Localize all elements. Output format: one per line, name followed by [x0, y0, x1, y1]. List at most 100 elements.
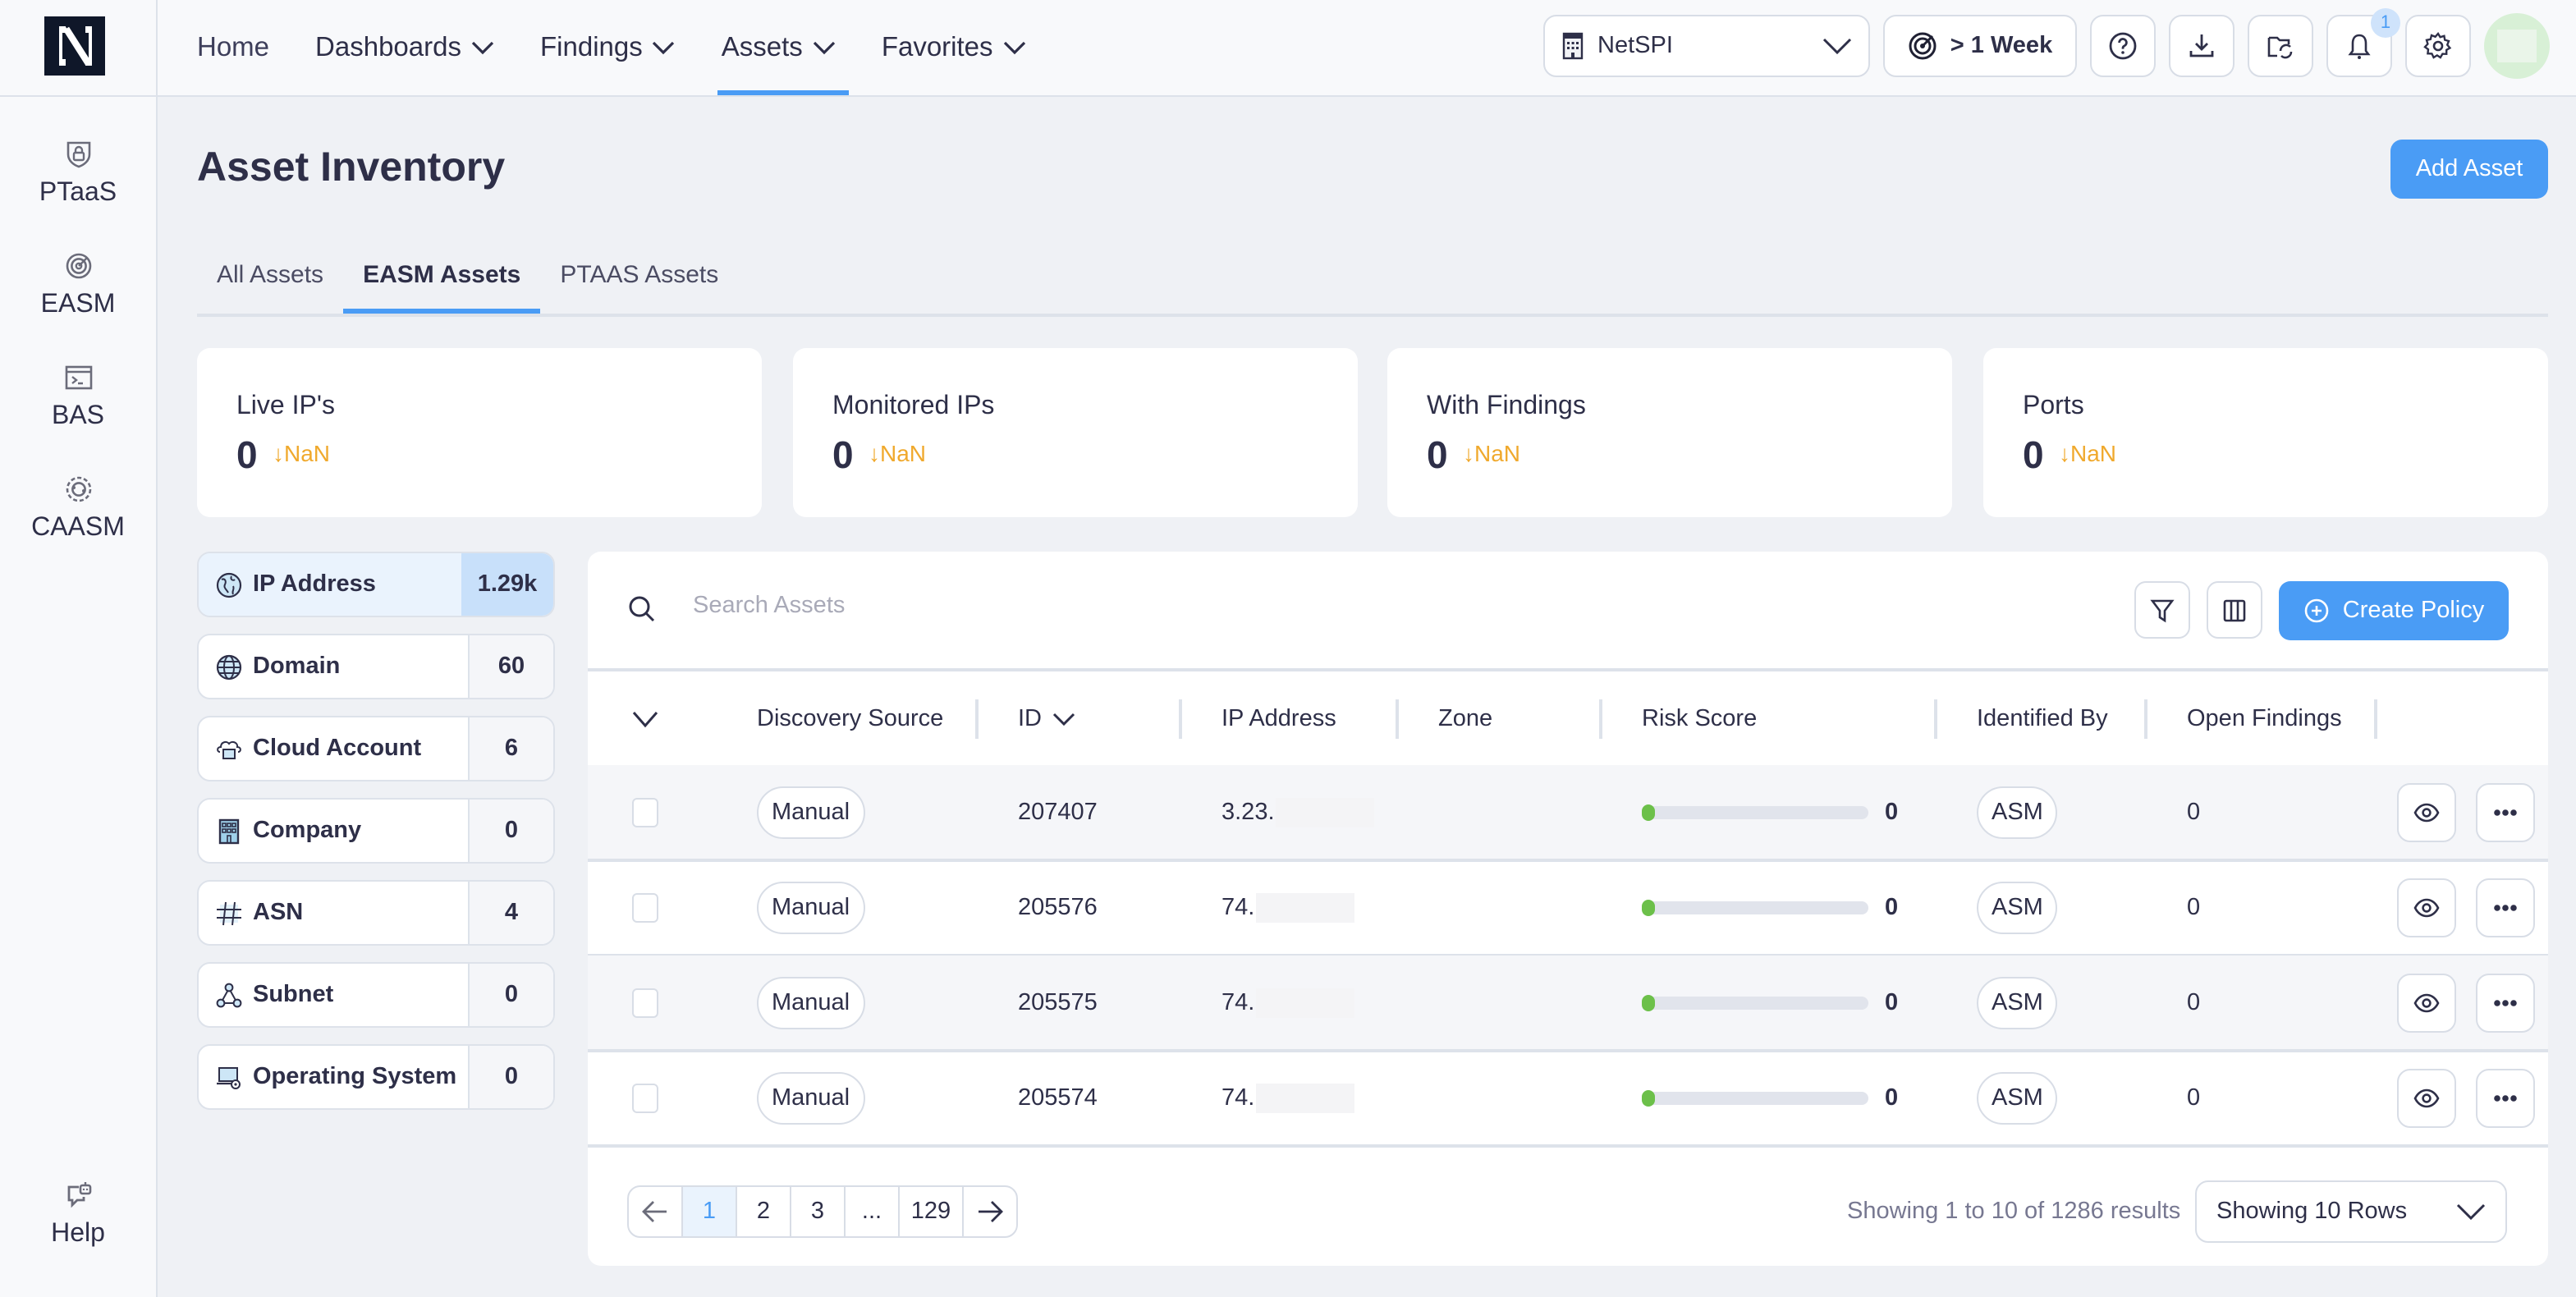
discovery-source-badge: Manual: [757, 976, 865, 1029]
column-resize-handle[interactable]: [1396, 699, 1399, 739]
columns-button[interactable]: [2207, 581, 2262, 639]
nav-dashboards[interactable]: Dashboards: [315, 0, 494, 95]
prev-page-button[interactable]: [629, 1187, 683, 1236]
create-policy-button[interactable]: Create Policy: [2279, 581, 2509, 640]
tab-easm-assets[interactable]: EASM Assets: [343, 240, 541, 314]
asset-type-company[interactable]: Company 0: [197, 798, 555, 864]
help-button[interactable]: [2090, 15, 2156, 77]
asset-type-cloud-account[interactable]: Cloud Account 6: [197, 716, 555, 781]
page-button[interactable]: 1: [683, 1187, 737, 1236]
row-checkbox[interactable]: [632, 1083, 658, 1112]
risk-score-value: 0: [1885, 894, 1899, 920]
filter-button[interactable]: [2134, 581, 2190, 639]
tab-all-assets[interactable]: All Assets: [197, 240, 343, 310]
stat-title: Ports: [2023, 392, 2084, 420]
column-identified-by[interactable]: Identified By: [1977, 671, 2108, 765]
discovery-source-badge: Manual: [757, 786, 865, 838]
asset-type-count: 0: [468, 800, 553, 862]
more-actions-button[interactable]: [2476, 1068, 2535, 1127]
folder-sync-icon: [2267, 36, 2293, 59]
time-range-button[interactable]: > 1 Week: [1883, 15, 2077, 77]
column-resize-handle[interactable]: [2374, 699, 2377, 739]
view-button[interactable]: [2397, 782, 2456, 841]
nav-findings[interactable]: Findings: [540, 0, 676, 95]
row-checkbox[interactable]: [632, 797, 658, 827]
column-resize-handle[interactable]: [1934, 699, 1937, 739]
help-icon: [2109, 32, 2137, 60]
risk-score-indicator: [1642, 1089, 1655, 1106]
rows-per-page-select[interactable]: Showing 10 Rows: [2195, 1180, 2507, 1243]
nav-findings-label: Findings: [540, 32, 643, 62]
asset-type-label: Subnet: [253, 982, 334, 1008]
asset-type-subnet[interactable]: Subnet 0: [197, 962, 555, 1028]
notifications-button[interactable]: 1: [2326, 8, 2400, 77]
ip-globe-icon: [216, 571, 242, 598]
asset-type-asn[interactable]: ASN 4: [197, 880, 555, 946]
download-button[interactable]: [2169, 15, 2235, 77]
sidebar-item-easm[interactable]: EASM: [0, 251, 156, 320]
more-actions-button[interactable]: [2476, 782, 2535, 841]
asset-type-ip-address[interactable]: IP Address 1.29k: [197, 552, 555, 617]
tab-ptaas-assets[interactable]: PTAAS Assets: [540, 240, 738, 310]
table-row[interactable]: Manual 205574 74. 0 ASM 0: [588, 1051, 2548, 1148]
stat-delta-value: NaN: [284, 440, 331, 466]
sidebar-item-help[interactable]: Help: [0, 1180, 156, 1249]
redacted-ip-mask: [1256, 1083, 1355, 1112]
sidebar-item-caasm[interactable]: CAASM: [0, 474, 156, 543]
nav-home[interactable]: Home: [197, 0, 269, 95]
table-row[interactable]: Manual 207407 3.23. 0 ASM 0: [588, 765, 2548, 862]
column-zone[interactable]: Zone: [1438, 671, 1492, 765]
sidebar-item-ptaas[interactable]: PTaaS: [0, 140, 156, 209]
column-resize-handle[interactable]: [2144, 699, 2147, 739]
netspi-logo[interactable]: [44, 16, 105, 76]
user-avatar[interactable]: [2484, 13, 2550, 79]
column-risk-score[interactable]: Risk Score: [1642, 671, 1757, 765]
view-button[interactable]: [2397, 973, 2456, 1032]
nav-assets[interactable]: Assets: [717, 0, 848, 95]
page-button[interactable]: 129: [900, 1187, 964, 1236]
download-icon: [2189, 34, 2214, 57]
column-discovery-source[interactable]: Discovery Source: [757, 671, 943, 765]
chat-bot-icon: [66, 1182, 91, 1208]
table-row[interactable]: Manual 205576 74. 0 ASM 0: [588, 860, 2548, 957]
asset-type-operating-system[interactable]: Operating System 0: [197, 1044, 555, 1110]
row-checkbox[interactable]: [632, 988, 658, 1017]
asset-type-label: Cloud Account: [253, 736, 422, 762]
discovery-source-cell: Manual: [757, 765, 865, 859]
org-select[interactable]: NetSPI: [1543, 15, 1870, 77]
next-page-button[interactable]: [964, 1187, 1016, 1236]
folder-sync-button[interactable]: [2248, 15, 2313, 77]
open-findings-cell: 0: [2187, 799, 2201, 825]
view-button[interactable]: [2397, 1068, 2456, 1127]
more-actions-button[interactable]: [2476, 878, 2535, 937]
table-row[interactable]: Manual 205575 74. 0 ASM 0: [588, 956, 2548, 1052]
settings-button[interactable]: [2405, 15, 2471, 77]
laptop-gear-icon: [217, 1066, 241, 1088]
assets-table-card: Create Policy Discovery Source ID IP Add…: [588, 552, 2548, 1266]
more-actions-button[interactable]: [2476, 973, 2535, 1032]
asset-type-count: 6: [468, 717, 553, 780]
add-asset-button[interactable]: Add Asset: [2390, 140, 2548, 199]
column-id[interactable]: ID: [1018, 671, 1075, 765]
id-cell: 207407: [1018, 799, 1098, 825]
stat-delta: ↓NaN: [2059, 440, 2116, 466]
nav-favorites[interactable]: Favorites: [882, 0, 1026, 95]
search-assets-input[interactable]: [690, 591, 1845, 621]
top-actions: NetSPI > 1 Week 1: [1543, 8, 2550, 79]
page-button[interactable]: 2: [737, 1187, 791, 1236]
view-button[interactable]: [2397, 878, 2456, 937]
expand-all-toggle[interactable]: [632, 671, 658, 765]
ip-address-cell: 74.: [1222, 860, 1355, 954]
asset-type-domain[interactable]: Domain 60: [197, 634, 555, 699]
asset-type-count: 0: [468, 1046, 553, 1108]
top-navbar: Home Dashboards Findings Assets Favorite…: [0, 0, 2576, 97]
stat-value: 0: [236, 433, 258, 476]
row-checkbox[interactable]: [632, 892, 658, 922]
column-resize-handle[interactable]: [1599, 699, 1602, 739]
column-ip-address[interactable]: IP Address: [1222, 671, 1336, 765]
column-resize-handle[interactable]: [1179, 699, 1182, 739]
sidebar-item-bas[interactable]: BAS: [0, 363, 156, 432]
column-resize-handle[interactable]: [975, 699, 979, 739]
column-open-findings[interactable]: Open Findings: [2187, 671, 2342, 765]
page-button[interactable]: 3: [791, 1187, 846, 1236]
